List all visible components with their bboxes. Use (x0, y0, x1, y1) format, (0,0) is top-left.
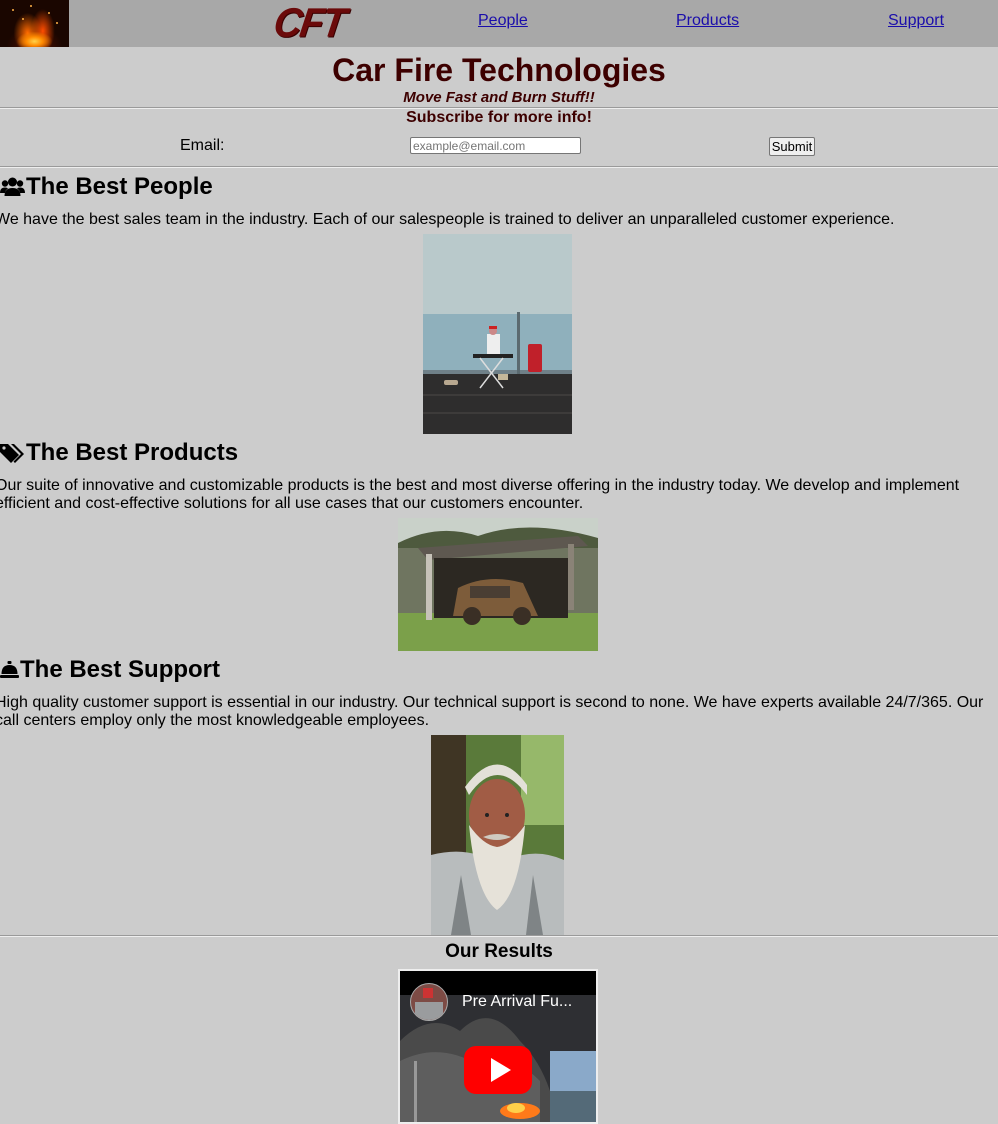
divider (0, 935, 998, 937)
section-body-support: High quality customer support is essenti… (0, 694, 984, 729)
email-label: Email: (180, 137, 225, 154)
nav-link-products[interactable]: Products (676, 12, 739, 30)
divider (0, 166, 998, 168)
section-heading-support: The Best Support (0, 656, 220, 684)
tagline: Move Fast and Burn Stuff!! (403, 89, 595, 106)
results-heading: Our Results (445, 941, 553, 962)
nav-link-support[interactable]: Support (888, 12, 944, 30)
section-heading-people: The Best People (0, 173, 213, 201)
channel-avatar[interactable] (410, 983, 448, 1021)
burned-car-photo (398, 518, 598, 651)
cft-logo[interactable]: CFT (271, 1, 347, 47)
salesperson-photo (423, 234, 572, 434)
nav-link-people[interactable]: People (478, 12, 528, 30)
youtube-video-embed[interactable]: Pre Arrival Fu... (398, 969, 598, 1124)
tags-icon (0, 444, 24, 463)
video-title[interactable]: Pre Arrival Fu... (462, 993, 592, 1011)
fire-logo-image[interactable] (0, 0, 69, 47)
support-expert-photo (431, 735, 564, 935)
section-body-products: Our suite of innovative and customizable… (0, 477, 960, 512)
submit-button[interactable]: Submit (769, 137, 815, 156)
section-title: The Best People (26, 173, 213, 200)
page-title: Car Fire Technologies (332, 52, 666, 88)
navbar: CFT People Products Support (0, 0, 998, 47)
concierge-bell-icon (0, 661, 19, 678)
section-heading-products: The Best Products (0, 439, 238, 467)
section-title: The Best Support (20, 656, 221, 683)
users-icon (0, 177, 25, 196)
section-body-people: We have the best sales team in the indus… (0, 211, 895, 228)
subscribe-heading: Subscribe for more info! (406, 109, 592, 126)
email-field[interactable] (410, 137, 581, 154)
section-title: The Best Products (26, 439, 239, 466)
